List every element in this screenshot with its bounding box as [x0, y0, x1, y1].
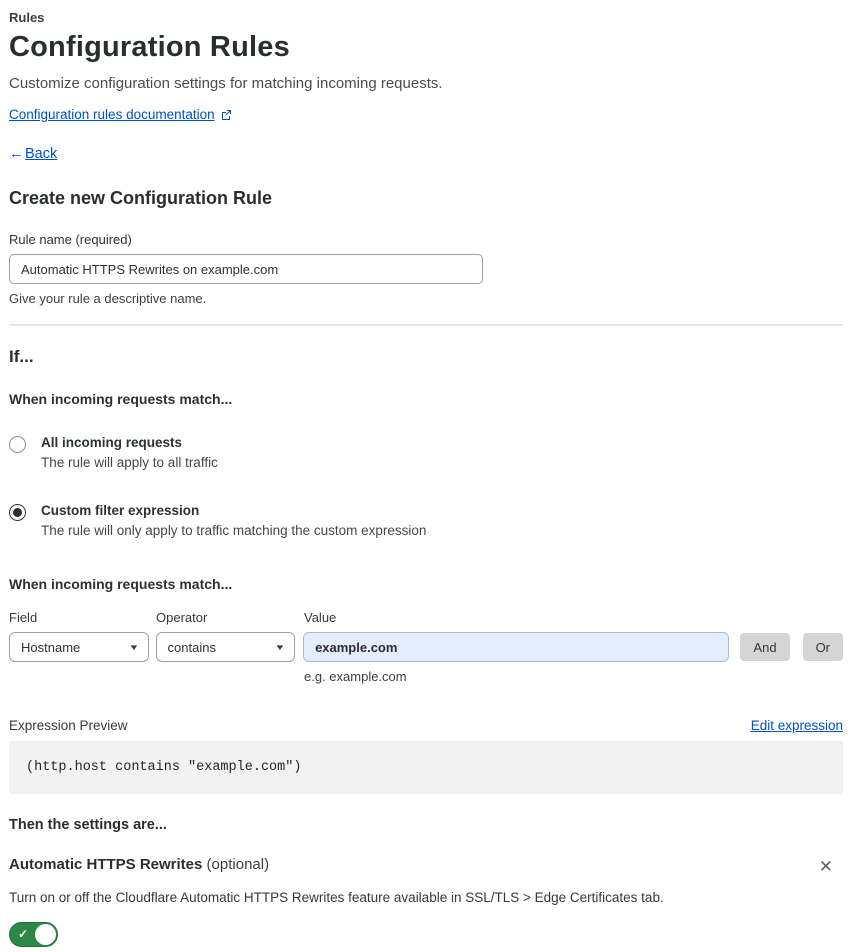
close-icon[interactable]: ✕	[815, 856, 837, 877]
page-subtitle: Customize configuration settings for mat…	[9, 75, 443, 92]
external-link-icon	[221, 109, 231, 120]
setting-optional-label: (optional)	[206, 856, 270, 873]
setting-name: Automatic HTTPS Rewrites	[9, 856, 203, 873]
chevron-down-icon: ▼	[128, 642, 140, 652]
value-hint: e.g. example.com	[304, 669, 407, 684]
check-icon: ✓	[18, 927, 29, 941]
setting-description: Turn on or off the Cloudflare Automatic …	[9, 890, 664, 905]
value-input[interactable]	[303, 632, 730, 662]
or-button[interactable]: Or	[802, 633, 844, 661]
custom-filter-expression-radio[interactable]	[9, 504, 26, 521]
and-button[interactable]: And	[740, 633, 790, 661]
back-link[interactable]: Back	[25, 146, 57, 162]
radio-option-description: The rule will apply to all traffic	[41, 455, 218, 470]
radio-option-description: The rule will only apply to traffic matc…	[41, 523, 427, 538]
radio-option-label[interactable]: Custom filter expression	[41, 503, 426, 518]
operator-select-value: contains	[167, 639, 216, 655]
operator-column-label: Operator	[156, 610, 208, 625]
chevron-down-icon: ▼	[274, 642, 286, 652]
rule-name-label: Rule name (required)	[9, 232, 132, 247]
toggle-knob	[35, 924, 56, 945]
all-incoming-requests-radio[interactable]	[9, 436, 26, 453]
section-divider	[9, 324, 843, 326]
create-rule-section-title: Create new Configuration Rule	[9, 188, 273, 208]
radio-option-label[interactable]: All incoming requests	[41, 435, 218, 450]
incoming-requests-match-label: When incoming requests match...	[9, 391, 233, 407]
edit-expression-link[interactable]: Edit expression	[751, 718, 843, 733]
documentation-link[interactable]: Configuration rules documentation	[9, 107, 215, 122]
if-heading: If...	[9, 347, 34, 366]
expression-builder-title: When incoming requests match...	[9, 576, 233, 592]
radio-option-custom-filter-expression: Custom filter expression The rule will o…	[9, 503, 843, 538]
configuration-rules-page: Rules Configuration Rules Customize conf…	[0, 0, 852, 952]
rule-name-input[interactable]	[9, 254, 483, 284]
back-arrow-icon: ←	[9, 145, 24, 162]
operator-select[interactable]: contains ▼	[155, 632, 296, 662]
setting-title: Automatic HTTPS Rewrites (optional)	[9, 856, 269, 873]
field-select[interactable]: Hostname ▼	[9, 632, 149, 662]
radio-option-all-incoming-requests: All incoming requests The rule will appl…	[9, 435, 843, 470]
automatic-https-rewrites-toggle[interactable]: ✓	[9, 922, 58, 947]
then-settings-label: Then the settings are...	[9, 817, 167, 833]
rule-name-help: Give your rule a descriptive name.	[9, 291, 207, 306]
value-column-label: Value	[304, 610, 337, 625]
field-column-label: Field	[9, 610, 38, 625]
expression-preview-label: Expression Preview	[9, 718, 128, 733]
expression-preview-code: (http.host contains "example.com")	[9, 741, 843, 794]
breadcrumb[interactable]: Rules	[9, 10, 843, 25]
page-title: Configuration Rules	[9, 31, 290, 63]
field-select-value: Hostname	[21, 639, 81, 655]
